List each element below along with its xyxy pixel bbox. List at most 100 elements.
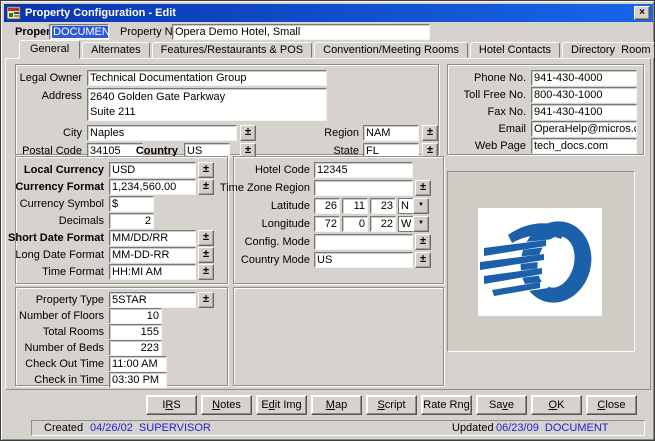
check-out-time-label: Check Out Time [25,357,104,372]
local-currency-field[interactable]: USD [109,162,196,178]
check-out-time-field[interactable]: 11:00 AM [109,356,167,372]
property-type-group: Property Type 5STAR ± Number of Floors 1… [15,287,228,386]
time-format-lov-button[interactable]: ± [198,264,214,280]
time-zone-region-label: Time Zone Region [220,181,310,196]
close-button-bottom[interactable]: Close [586,395,637,415]
number-of-floors-field[interactable]: 10 [109,308,162,324]
country-mode-field[interactable]: US [314,252,413,268]
latitude-direction-combo[interactable]: N ▼ [398,198,429,214]
tab-hotel-contacts[interactable]: Hotel Contacts [470,42,560,58]
tab-general[interactable]: General [19,40,80,59]
local-currency-lov-button[interactable]: ± [198,162,214,178]
updated-label: Updated [452,421,494,436]
dropdown-arrow-icon[interactable]: ▼ [413,216,429,232]
app-icon [7,6,21,20]
longitude-seconds-field[interactable]: 22 [370,216,396,232]
property-image-panel [447,171,635,352]
phone-label: Phone No. [474,71,526,86]
address-line-1: 2640 Golden Gate Parkway [90,90,324,105]
hotel-code-field[interactable]: 12345 [314,162,413,178]
config-mode-field[interactable] [314,234,413,250]
config-mode-lov-button[interactable]: ± [415,234,431,250]
tab-directory-room-types[interactable]: Directory Room Types [562,42,655,58]
toll-free-label: Toll Free No. [464,88,526,103]
longitude-minutes-field[interactable]: 0 [342,216,368,232]
tab-alternates[interactable]: Alternates [82,42,150,58]
edit-img-button[interactable]: Edit Img [256,395,307,415]
city-label: City [63,126,82,141]
general-tab-panel: Legal Owner Technical Documentation Grou… [5,58,651,390]
country-mode-label: Country Mode [241,253,310,268]
property-type-lov-button[interactable]: ± [198,292,214,308]
address-label: Address [42,89,82,104]
city-field[interactable]: Naples [87,125,237,141]
region-field[interactable]: NAM [363,125,419,141]
dropdown-arrow-icon[interactable]: ▼ [413,198,429,214]
short-date-format-lov-button[interactable]: ± [198,230,214,246]
script-button[interactable]: Script [366,395,417,415]
web-page-field[interactable]: tech_docs.com [531,138,637,154]
fax-label: Fax No. [487,105,526,120]
latitude-minutes-field[interactable]: 11 [342,198,368,214]
short-date-format-label: Short Date Format [8,231,104,246]
long-date-format-field[interactable]: MM-DD-RR [109,247,196,263]
email-field[interactable]: OperaHelp@micros.com [531,121,637,137]
notes-button[interactable]: Notes [201,395,252,415]
longitude-degrees-field[interactable]: 72 [314,216,340,232]
legal-owner-field[interactable]: Technical Documentation Group [87,70,327,86]
decimals-field[interactable]: 2 [109,213,154,229]
close-button[interactable]: × [634,6,650,20]
property-configuration-window: Property Configuration - Edit × Property… [0,0,655,441]
owner-address-group: Legal Owner Technical Documentation Grou… [15,64,439,155]
latitude-direction-value: N [398,198,413,214]
status-bar: Created 04/26/02 SUPERVISOR Updated 06/2… [31,420,645,436]
ok-button[interactable]: OK [531,395,582,415]
time-format-field[interactable]: HH:MI AM [109,264,196,280]
empty-group [233,287,444,386]
number-of-beds-field[interactable]: 223 [109,340,162,356]
toll-free-field[interactable]: 800-430-1000 [531,87,637,103]
address-line-2: Suite 211 [90,105,324,120]
longitude-direction-combo[interactable]: W ▼ [398,216,429,232]
currency-format-field[interactable]: 1,234,560.00 [109,179,196,195]
number-of-floors-label: Number of Floors [19,309,104,324]
irs-button[interactable]: IRS [146,395,197,415]
time-zone-region-field[interactable] [314,180,413,196]
tab-convention-meeting-rooms[interactable]: Convention/Meeting Rooms [314,42,468,58]
fax-field[interactable]: 941-430-4100 [531,104,637,120]
phone-field[interactable]: 941-430-4000 [531,70,637,86]
rate-rng-button[interactable]: Rate Rng [421,395,472,415]
map-button[interactable]: Map [311,395,362,415]
country-mode-lov-button[interactable]: ± [415,252,431,268]
hotel-location-group: Hotel Code 12345 Time Zone Region ± Lati… [233,156,444,284]
tab-bar: General Alternates Features/Restaurants … [19,40,655,58]
tab-features-restaurants-pos[interactable]: Features/Restaurants & POS [152,42,312,58]
property-type-field[interactable]: 5STAR [109,292,196,308]
web-page-label: Web Page [475,139,526,154]
save-button[interactable]: Save [476,395,527,415]
property-name-field[interactable]: Opera Demo Hotel, Small [172,24,430,40]
latitude-degrees-field[interactable]: 26 [314,198,340,214]
long-date-format-label: Long Date Format [15,248,104,263]
window-title: Property Configuration - Edit [25,7,634,19]
total-rooms-field[interactable]: 155 [109,324,162,340]
number-of-beds-label: Number of Beds [25,341,104,356]
total-rooms-label: Total Rooms [43,325,104,340]
currency-symbol-field[interactable]: $ [109,196,154,212]
latitude-label: Latitude [271,199,310,214]
button-row: IRS Notes Edit Img Map Script Rate Rng S… [146,395,637,415]
region-lov-button[interactable]: ± [422,125,438,141]
check-in-time-field[interactable]: 03:30 PM [109,372,167,388]
currency-format-lov-button[interactable]: ± [198,179,214,195]
short-date-format-field[interactable]: MM/DD/RR [109,230,196,246]
created-label: Created [44,421,83,436]
long-date-format-lov-button[interactable]: ± [198,247,214,263]
city-lov-button[interactable]: ± [240,125,256,141]
latitude-seconds-field[interactable]: 23 [370,198,396,214]
email-label: Email [498,122,526,137]
time-zone-region-lov-button[interactable]: ± [415,180,431,196]
decimals-label: Decimals [59,214,104,229]
property-field[interactable]: DOCUMENT [49,24,109,40]
titlebar: Property Configuration - Edit × [4,4,653,22]
address-field[interactable]: 2640 Golden Gate Parkway Suite 211 [87,88,327,121]
